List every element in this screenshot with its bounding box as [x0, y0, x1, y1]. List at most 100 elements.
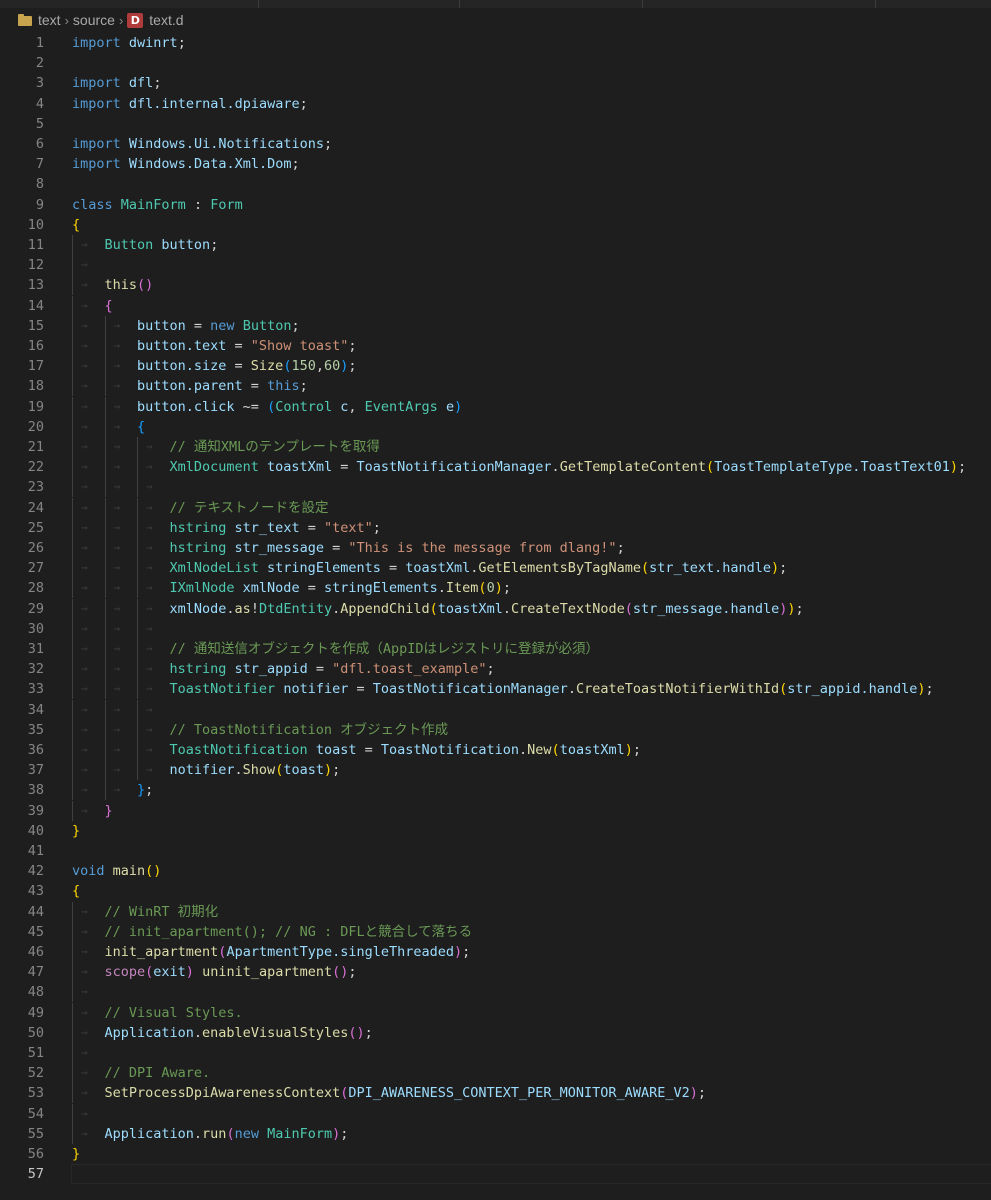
- code-line[interactable]: 27 → → → XmlNodeList stringElements = toastX…: [0, 558, 991, 579]
- code-token: notifier: [169, 762, 235, 779]
- code-line[interactable]: 25 → → → hstring str_text = "text";: [0, 517, 991, 538]
- code-token: ): [454, 944, 463, 960]
- code-line[interactable]: 54 →: [0, 1103, 991, 1124]
- line-number: 25: [27, 519, 44, 536]
- code-line[interactable]: 15 → → button = new Button;: [0, 315, 991, 336]
- code-line[interactable]: 37 → → → notifier.Show(toast);: [0, 760, 991, 781]
- code-token: import: [72, 95, 121, 112]
- line-number: 3: [35, 75, 44, 92]
- code-line[interactable]: 7 import Windows.Data.Xml.Dom;: [0, 154, 991, 174]
- code-line[interactable]: 4 import dfl.internal.dpiaware;: [0, 94, 991, 114]
- tab-arrow-icon: →: [81, 621, 88, 635]
- code-line[interactable]: 46 → init_apartment(ApartmentType.singleTh…: [0, 942, 991, 962]
- code-token: ;: [348, 338, 357, 354]
- code-line[interactable]: 21 → → → // 通知XMLのテンプレートを取得: [0, 437, 991, 457]
- code-token: main: [112, 863, 146, 880]
- code-line[interactable]: 9 class MainForm : Form: [0, 195, 991, 215]
- code-token: dfl: [128, 75, 154, 92]
- line-number: 24: [27, 499, 44, 516]
- code-line[interactable]: 30 → → →: [0, 618, 991, 639]
- code-line[interactable]: 17 → → button.size = Size(150,60);: [0, 356, 991, 377]
- breadcrumb-item-text[interactable]: text: [38, 12, 61, 28]
- code-token: GetElementsByTagName: [478, 560, 641, 577]
- line-number: 30: [27, 620, 44, 637]
- code-text: hstring str_message = "This is the messa…: [170, 538, 625, 558]
- code-line[interactable]: 31 → → → // 通知送信オブジェクトを作成（AppIDはレジストリに登録が必須）: [0, 639, 991, 659]
- code-line[interactable]: 34 → → →: [0, 699, 991, 720]
- line-number: 18: [27, 378, 44, 395]
- line-number: 26: [27, 540, 44, 556]
- breadcrumb-item-source[interactable]: source: [73, 12, 115, 28]
- code-line[interactable]: 8: [0, 174, 991, 194]
- line-number: 23: [27, 479, 44, 496]
- code-line[interactable]: 14 → {: [0, 295, 991, 316]
- code-token: Button: [104, 237, 154, 253]
- indent-guide: [104, 477, 106, 498]
- code-line[interactable]: 42 void main(): [0, 861, 991, 881]
- code-line[interactable]: 50 → Application.enableVisualStyles();: [0, 1022, 991, 1043]
- code-token: DtdEntity: [258, 600, 333, 617]
- code-line[interactable]: 18 → → button.parent = this;: [0, 376, 991, 397]
- code-token: ToastTemplateType.ToastText01: [714, 459, 950, 476]
- indent-guide: [104, 396, 106, 417]
- code-line[interactable]: 32 → → → hstring str_appid = "dfl.toast_exam…: [0, 659, 991, 680]
- code-line[interactable]: 28 → → → IXmlNode xmlNode = stringElements.I…: [0, 578, 991, 599]
- code-line[interactable]: 11 → Button button;: [0, 235, 991, 255]
- code-line[interactable]: 57: [0, 1164, 991, 1185]
- indent-guide: [72, 719, 73, 740]
- code-line[interactable]: 26 → → → hstring str_message = "This is the …: [0, 538, 991, 558]
- code-line[interactable]: 12 →: [0, 255, 991, 276]
- code-line[interactable]: 55 → Application.run(new MainForm);: [0, 1123, 991, 1144]
- code-line[interactable]: 38 → →};: [0, 780, 991, 801]
- code-line[interactable]: 29 → → → xmlNode.as!DtdEntity.AppendChild(to…: [0, 598, 991, 619]
- code-line[interactable]: 47 → scope(exit) uninit_apartment();: [0, 962, 991, 983]
- code-line[interactable]: 44 → // WinRT 初期化: [0, 901, 991, 922]
- code-line[interactable]: 1 import dwinrt;: [0, 33, 991, 53]
- code-editor[interactable]: 1 import dwinrt; 2 3 import dfl; 4 import dfl.…: [0, 32, 991, 1200]
- chevron-right-icon: ›: [118, 12, 124, 28]
- code-line[interactable]: 5: [0, 114, 991, 134]
- code-token: Show: [242, 762, 276, 779]
- code-token: ): [494, 580, 503, 597]
- code-line[interactable]: 19 → → button.click ~= (Control c, EventArg…: [0, 396, 991, 417]
- tab-arrow-icon: →: [81, 924, 88, 938]
- code-line[interactable]: 51 →: [0, 1043, 991, 1063]
- code-line[interactable]: 49 → // Visual Styles.: [0, 1002, 991, 1023]
- code-line[interactable]: 56}: [0, 1144, 991, 1164]
- code-line[interactable]: 16 → → button.text = "Show toast";: [0, 336, 991, 356]
- code-line[interactable]: 6 import Windows.Ui.Notifications;: [0, 134, 991, 154]
- code-line[interactable]: 24 → → → // テキストノードを設定: [0, 497, 991, 518]
- indent-guide: [104, 558, 106, 579]
- indent-guide: [72, 1103, 73, 1124]
- code-line[interactable]: 40}: [0, 821, 991, 841]
- indent-guide: [104, 659, 106, 680]
- code-text: import dwinrt;: [72, 33, 186, 53]
- code-line[interactable]: 13 → this(): [0, 275, 991, 296]
- code-line[interactable]: 33 → → → ToastNotifier notifier = ToastNotif…: [0, 679, 991, 700]
- code-line[interactable]: 45 → // init_apartment(); // NG : DFLと競合して…: [0, 921, 991, 942]
- code-line[interactable]: 53 → SetProcessDpiAwarenessContext(DPI_AWA…: [0, 1083, 991, 1104]
- tab-arrow-icon: →: [113, 399, 121, 413]
- code-line[interactable]: 20 → → {: [0, 416, 991, 437]
- line-number: 46: [27, 944, 44, 960]
- code-line[interactable]: 10 {: [0, 215, 991, 235]
- code-line[interactable]: 3 import dfl;: [0, 73, 991, 93]
- code-line[interactable]: 2: [0, 53, 991, 73]
- code-token: button: [137, 317, 186, 334]
- code-token: xmlNode: [169, 600, 227, 617]
- code-line[interactable]: 35 → → → // ToastNotification オブジェクト作成: [0, 719, 991, 740]
- code-line[interactable]: 41: [0, 841, 991, 861]
- code-line[interactable]: 52 → // DPI Aware.: [0, 1063, 991, 1084]
- indent-guide: [104, 437, 106, 457]
- line-number: 9: [35, 196, 44, 213]
- code-line[interactable]: 48 →: [0, 982, 991, 1003]
- breadcrumb-item-file[interactable]: text.d: [149, 12, 183, 28]
- code-line[interactable]: 39 →}: [0, 800, 991, 821]
- code-line[interactable]: 23 → → →: [0, 477, 991, 498]
- code-token: =: [226, 358, 251, 375]
- code-line[interactable]: 36 → → → ToastNotification toast = ToastNoti…: [0, 740, 991, 760]
- code-line[interactable]: 43 {: [0, 881, 991, 901]
- tab-arrow-icon: →: [81, 419, 88, 433]
- code-line[interactable]: 22 → → → XmlDocument toastXml = ToastNotific…: [0, 457, 991, 478]
